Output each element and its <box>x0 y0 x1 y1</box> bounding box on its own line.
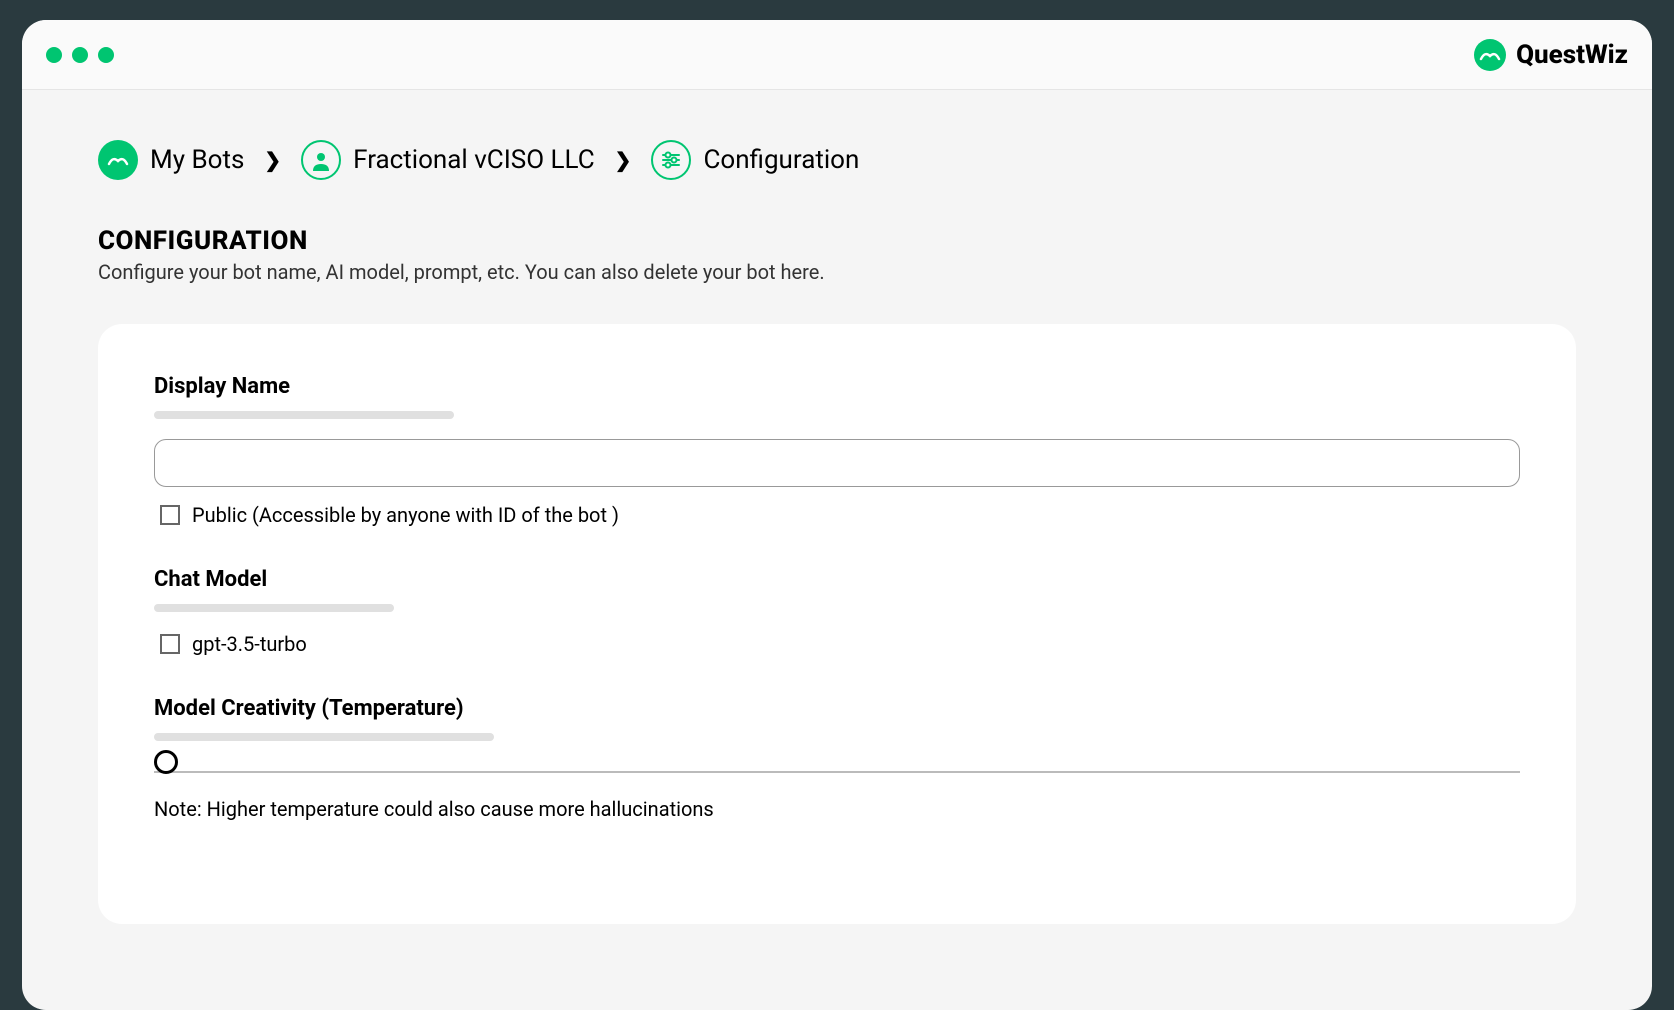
chat-model-label: Chat Model <box>154 567 1520 592</box>
public-checkbox-label: Public (Accessible by anyone with ID of … <box>192 503 619 527</box>
display-name-input[interactable] <box>154 439 1520 487</box>
public-checkbox-row: Public (Accessible by anyone with ID of … <box>154 503 1520 527</box>
chat-model-option-row: gpt-3.5-turbo <box>154 632 1520 656</box>
page-subtitle: Configure your bot name, AI model, promp… <box>98 260 1576 284</box>
skeleton-placeholder <box>154 733 494 741</box>
chat-model-section: Chat Model gpt-3.5-turbo <box>154 567 1520 656</box>
chat-model-checkbox[interactable] <box>160 634 180 654</box>
breadcrumb: My Bots ❯ Fractional vCISO LLC ❯ <box>98 140 1576 180</box>
close-window-button[interactable] <box>46 47 62 63</box>
content-area: My Bots ❯ Fractional vCISO LLC ❯ <box>22 90 1652 974</box>
breadcrumb-my-bots[interactable]: My Bots <box>98 140 244 180</box>
slider-track <box>154 771 1520 773</box>
bot-icon <box>98 140 138 180</box>
breadcrumb-bot-name-label: Fractional vCISO LLC <box>353 145 595 175</box>
config-card: Display Name Public (Accessible by anyon… <box>98 324 1576 924</box>
breadcrumb-configuration-label: Configuration <box>703 145 859 175</box>
temperature-slider[interactable] <box>154 761 1520 773</box>
temperature-section: Model Creativity (Temperature) Note: Hig… <box>154 696 1520 821</box>
public-checkbox[interactable] <box>160 505 180 525</box>
skeleton-placeholder <box>154 411 454 419</box>
display-name-section: Display Name Public (Accessible by anyon… <box>154 374 1520 527</box>
sliders-icon <box>651 140 691 180</box>
brand-name: QuestWiz <box>1516 40 1628 70</box>
app-window: QuestWiz My Bots ❯ Fr <box>22 20 1652 1010</box>
chevron-right-icon: ❯ <box>264 148 281 172</box>
slider-thumb[interactable] <box>154 750 178 774</box>
user-icon <box>301 140 341 180</box>
breadcrumb-bot-name[interactable]: Fractional vCISO LLC <box>301 140 595 180</box>
brand-logo-icon <box>1474 39 1506 71</box>
traffic-lights <box>46 47 114 63</box>
chat-model-option-label: gpt-3.5-turbo <box>192 632 307 656</box>
brand: QuestWiz <box>1474 39 1628 71</box>
temperature-note: Note: Higher temperature could also caus… <box>154 797 1520 821</box>
breadcrumb-my-bots-label: My Bots <box>150 145 244 175</box>
page-title: CONFIGURATION <box>98 226 1576 256</box>
skeleton-placeholder <box>154 604 394 612</box>
minimize-window-button[interactable] <box>72 47 88 63</box>
display-name-label: Display Name <box>154 374 1520 399</box>
breadcrumb-configuration[interactable]: Configuration <box>651 140 859 180</box>
chevron-right-icon: ❯ <box>615 148 632 172</box>
temperature-label: Model Creativity (Temperature) <box>154 696 1520 721</box>
maximize-window-button[interactable] <box>98 47 114 63</box>
titlebar: QuestWiz <box>22 20 1652 90</box>
